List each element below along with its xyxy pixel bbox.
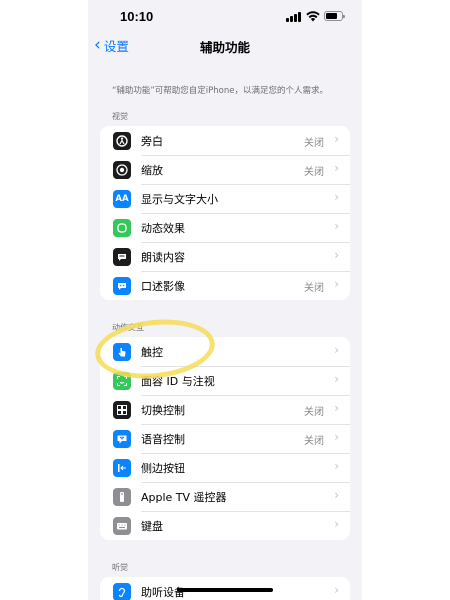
- chevron-right-icon: ›: [334, 277, 339, 291]
- chevron-right-icon: ›: [334, 430, 339, 444]
- row-label: 语音控制: [141, 433, 185, 446]
- side-button-icon: [113, 459, 131, 477]
- chevron-right-icon: ›: [334, 161, 339, 175]
- section-header-hearing: 听觉: [112, 563, 128, 572]
- group-vision: 旁白 关闭 › 缩放 关闭 › AA 显示与文字大小 › 动态效果 › 朗读内容…: [100, 126, 350, 300]
- section-header-vision: 视觉: [112, 112, 128, 121]
- row-label: 显示与文字大小: [141, 193, 218, 206]
- navigation-bar: ‹ 设置 辅助功能: [88, 34, 362, 58]
- row-side-button[interactable]: 侧边按钮 ›: [100, 453, 350, 482]
- text-size-icon: AA: [113, 190, 131, 208]
- page-description: “辅助功能”可帮助您自定iPhone，以满足您的个人需求。: [112, 86, 329, 96]
- wifi-icon: [306, 11, 320, 22]
- chevron-right-icon: ›: [334, 488, 339, 502]
- row-value: 关闭: [304, 407, 324, 418]
- row-value: 关闭: [304, 283, 324, 294]
- row-label: 切换控制: [141, 404, 185, 417]
- zoom-icon: [113, 161, 131, 179]
- motion-icon: [113, 219, 131, 237]
- apple-tv-remote-icon: [113, 488, 131, 506]
- chevron-right-icon: ›: [334, 459, 339, 473]
- phone-screen: 10:10 ‹ 设置 辅助功能 “辅助功能”可帮助您自定iPhone，以满足您的…: [88, 0, 362, 600]
- row-motion[interactable]: 动态效果 ›: [100, 213, 350, 242]
- row-label: Apple TV 遥控器: [141, 491, 227, 504]
- page-title: 辅助功能: [199, 40, 250, 55]
- row-audio-descriptions[interactable]: 口述影像 关闭 ›: [100, 271, 350, 300]
- row-label: 键盘: [141, 520, 163, 533]
- row-value: 关闭: [304, 138, 324, 149]
- row-value: 关闭: [304, 167, 324, 178]
- audio-description-icon: [113, 277, 131, 295]
- chevron-right-icon: ›: [334, 372, 339, 386]
- row-keyboard[interactable]: 键盘 ›: [100, 511, 350, 540]
- keyboard-icon: [113, 517, 131, 535]
- chevron-right-icon: ›: [334, 401, 339, 415]
- row-label: 动态效果: [141, 222, 185, 235]
- row-switch-control[interactable]: 切换控制 关闭 ›: [100, 395, 350, 424]
- row-label: 口述影像: [141, 280, 185, 293]
- chevron-right-icon: ›: [334, 132, 339, 146]
- battery-icon: [324, 11, 345, 21]
- home-indicator: [177, 588, 273, 592]
- row-display-text-size[interactable]: AA 显示与文字大小 ›: [100, 184, 350, 213]
- row-label: 朗读内容: [141, 251, 185, 264]
- chevron-right-icon: ›: [334, 219, 339, 233]
- cellular-signal-icon: [286, 12, 302, 22]
- row-voiceover[interactable]: 旁白 关闭 ›: [100, 126, 350, 155]
- status-time: 10:10: [120, 9, 154, 24]
- chevron-right-icon: ›: [334, 190, 339, 204]
- chevron-right-icon: ›: [334, 343, 339, 357]
- row-label: 侧边按钮: [141, 462, 185, 475]
- status-bar: 10:10: [88, 0, 362, 34]
- spoken-content-icon: [113, 248, 131, 266]
- voiceover-icon: [113, 132, 131, 150]
- row-value: 关闭: [304, 436, 324, 447]
- row-label: 缩放: [141, 164, 163, 177]
- chevron-right-icon: ›: [334, 517, 339, 531]
- row-spoken-content[interactable]: 朗读内容 ›: [100, 242, 350, 271]
- voice-control-icon: [113, 430, 131, 448]
- row-zoom[interactable]: 缩放 关闭 ›: [100, 155, 350, 184]
- row-apple-tv-remote[interactable]: Apple TV 遥控器 ›: [100, 482, 350, 511]
- row-voice-control[interactable]: 语音控制 关闭 ›: [100, 424, 350, 453]
- chevron-right-icon: ›: [334, 583, 339, 597]
- hearing-device-icon: [113, 583, 131, 600]
- row-label: 旁白: [141, 135, 163, 148]
- row-label: 助听设备: [141, 586, 185, 599]
- chevron-right-icon: ›: [334, 248, 339, 262]
- switch-control-icon: [113, 401, 131, 419]
